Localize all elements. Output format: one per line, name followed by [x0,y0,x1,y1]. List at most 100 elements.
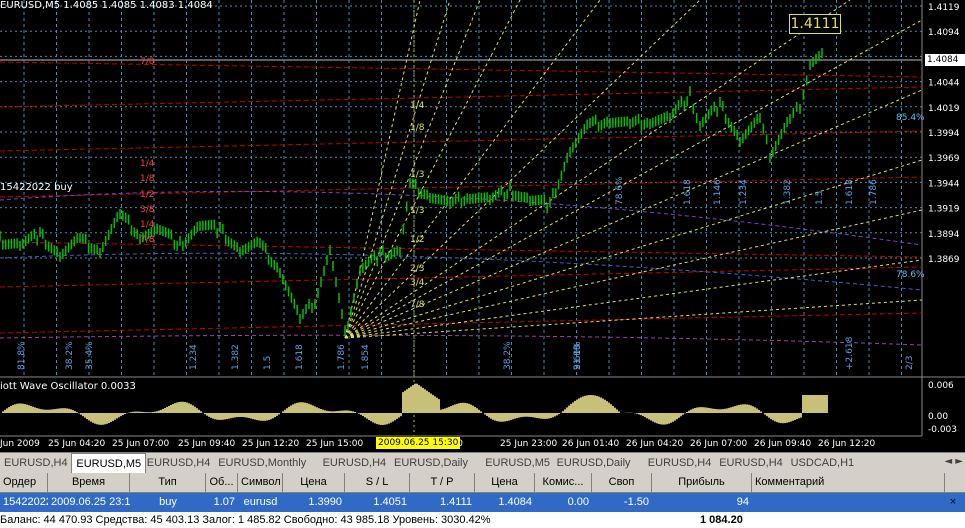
osc-bar [652,413,654,422]
column-header[interactable]: Прибыль [652,473,752,492]
tab-chart[interactable]: EURUSD,H4 [319,455,391,472]
osc-bar [514,413,516,419]
tab-chart[interactable]: EURUSD,M5 [71,453,147,474]
chart-window[interactable]: 1.41191.40941.40691.40441.40191.39941.39… [0,0,965,452]
osc-bar [660,413,662,425]
osc-bar [318,408,320,413]
osc-bar [496,413,498,422]
osc-bar [44,409,46,413]
osc-bar [782,413,784,424]
column-header[interactable]: T / P [410,473,475,492]
fib-time-label: 1.618 [295,344,305,370]
osc-bar [372,413,374,423]
osc-bar [618,411,620,413]
osc-bar [606,401,608,413]
osc-bar [462,402,464,413]
fib-time-label: +2.618 [845,336,855,370]
osc-bar [134,411,136,413]
osc-bar [444,408,446,413]
column-header[interactable]: Комментарий [752,473,945,492]
price-chart[interactable]: 1.41191.40941.40691.40441.40191.39941.39… [0,0,965,452]
tab-chart[interactable]: EURUSD,H4 [0,455,72,472]
column-header[interactable]: Время [48,473,130,492]
osc-bar [436,397,438,413]
osc-bar [802,395,804,413]
yellow-fan-line [344,0,451,339]
osc-bar [142,411,144,413]
osc-bar [24,404,26,413]
osc-bar [198,409,200,413]
osc-bar [476,408,478,413]
column-header[interactable]: Своп [592,473,652,492]
tab-scroll-arrows[interactable]: ◄ ► [944,456,963,467]
osc-bar [818,395,820,413]
column-header[interactable]: Ордер [0,473,48,492]
fib-time-label: 1.618 [683,179,693,205]
table-cell: eurusd [243,496,278,508]
tab-chart[interactable]: USDCAD,H1 [787,455,859,472]
osc-bar [364,413,366,418]
yellow-fan-line [344,159,923,339]
tab-chart[interactable]: EURUSD,H4 [143,455,215,472]
osc-bar [542,413,544,419]
tab-chart[interactable]: EURUSD,H4 [715,455,787,472]
column-header[interactable]: Цена [283,473,345,492]
osc-bar [768,413,770,418]
tab-chart[interactable]: EURUSD,Daily [390,455,472,472]
osc-bar [464,402,466,413]
column-header[interactable]: S / L [345,473,410,492]
osc-bar [648,413,650,420]
price-tick-label: 1.3969 [928,154,960,164]
osc-bar [406,389,408,413]
osc-bar [384,413,386,425]
osc-bar [474,406,476,413]
osc-bar [140,411,142,413]
tab-chart[interactable]: EURUSD,H4 [644,455,716,472]
red-fib-line [0,130,923,152]
osc-bar [510,413,512,420]
osc-bar [654,413,656,423]
column-header[interactable]: Об... [206,473,238,492]
tab-chart[interactable]: EURUSD,Daily [553,455,635,472]
osc-bar [162,408,164,413]
table-cell: 94 [736,496,749,508]
osc-bar [32,406,34,413]
column-header[interactable]: Комис... [535,473,592,492]
osc-bar [750,405,752,413]
osc-bar [158,410,160,413]
osc-bar [498,413,500,422]
tab-chart[interactable]: EURUSD,M5 [481,455,554,472]
osc-bar [816,395,818,413]
price-tick-label: 1.3944 [928,179,960,189]
close-icon[interactable]: × [946,495,960,509]
time-tick-label: 26 Jun 12:20 [818,439,875,449]
price-tick-label: 1.3994 [928,129,960,139]
fib-time-label: 1.786 [337,344,347,370]
osc-bar [94,413,96,424]
tab-chart[interactable]: EURUSD,Monthly [214,455,310,472]
yellow-fib-label: 1/3 [410,206,424,216]
column-header[interactable]: Символ [238,473,283,492]
osc-bar [538,413,540,419]
osc-bar [766,413,768,417]
osc-bar [376,413,378,425]
osc-bar [672,413,674,422]
osc-bar [554,413,556,417]
osc-bar [252,413,254,420]
osc-bar [702,407,704,413]
time-tick-label: 25 Jun 09:40 [178,439,235,449]
osc-bar [220,413,222,420]
osc-bar [308,403,310,413]
osc-bar [340,410,342,413]
column-header[interactable]: Цена [475,473,535,492]
osc-bar [548,413,550,419]
chart-labels: 1.41191.40941.40691.40441.40191.39941.39… [0,3,960,449]
osc-bar [334,411,336,413]
table-row[interactable]: 15422022 2009.06.25 23:10 buy 1.07 eurusd 1.3… [0,493,965,512]
osc-bar [426,390,428,413]
osc-bar [604,399,606,413]
table-cell: 1.4084 [498,496,532,508]
osc-bar [104,413,106,425]
column-header[interactable]: Тип [130,473,206,492]
osc-bar [174,403,176,413]
